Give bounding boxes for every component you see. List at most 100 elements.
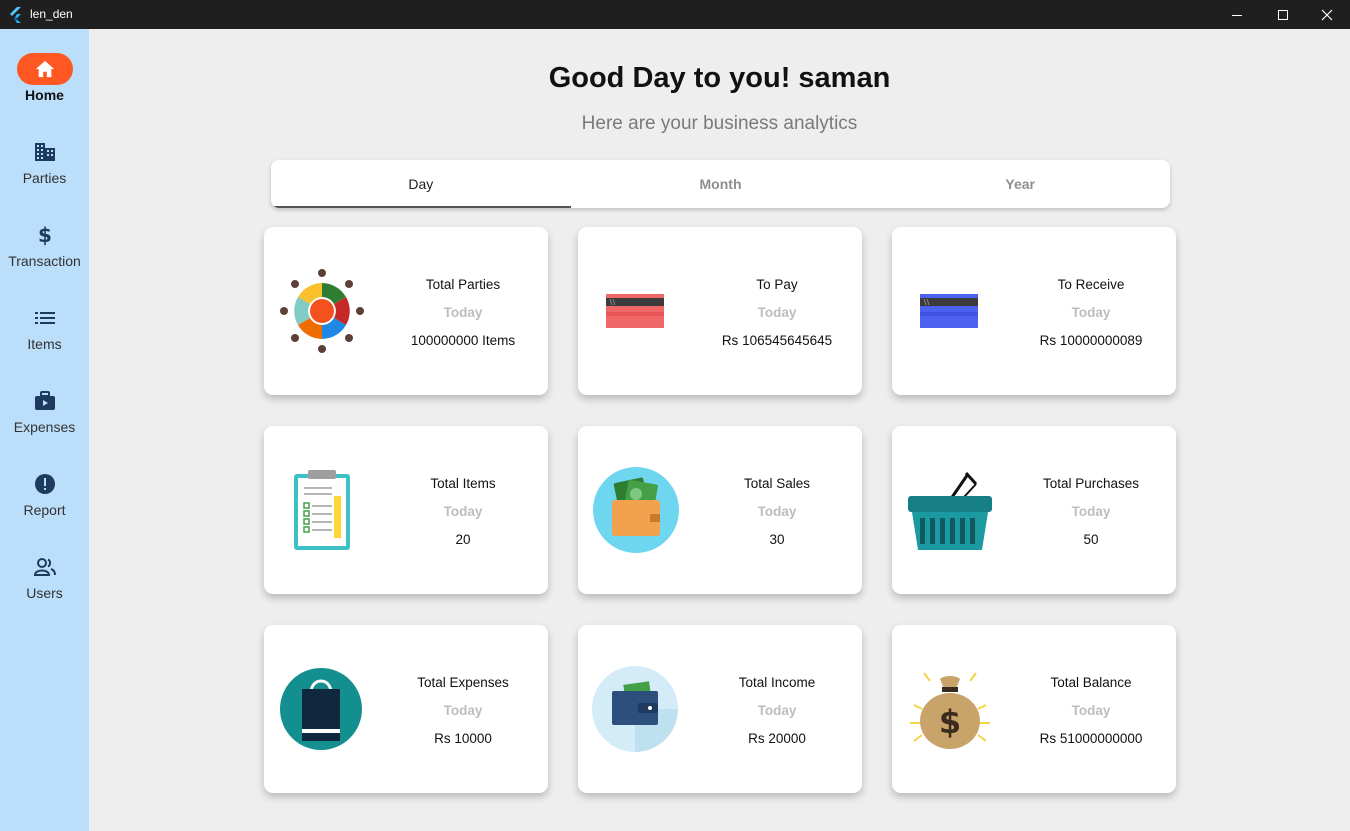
card-period: Today	[1071, 504, 1111, 519]
card-text: To Receive Today Rs 10000000089	[1024, 275, 1158, 351]
card-value: 50	[1083, 532, 1099, 547]
card-title: To Pay	[756, 277, 798, 292]
sidebar-item-items[interactable]: Items	[0, 302, 89, 372]
card-total-income[interactable]: Total Income Today Rs 20000	[578, 625, 862, 793]
tab-month[interactable]: Month	[571, 160, 871, 208]
wallet-cash-icon	[593, 467, 679, 553]
card-value: Rs 20000	[748, 731, 806, 746]
nav-pill	[17, 302, 73, 334]
svg-text:$: $	[38, 224, 52, 246]
sidebar-item-home[interactable]: Home	[0, 53, 89, 123]
close-button[interactable]	[1304, 0, 1350, 29]
card-text: To Pay Today Rs 106545645645	[710, 275, 844, 351]
tab-year[interactable]: Year	[870, 160, 1170, 208]
card-period: Today	[443, 305, 483, 320]
card-title: Total Purchases	[1042, 476, 1140, 491]
building-icon	[34, 143, 55, 161]
card-value: 30	[769, 532, 785, 547]
sidebar-item-label: Parties	[22, 170, 67, 186]
window-title: len_den	[30, 7, 73, 21]
card-period: Today	[443, 504, 483, 519]
card-period: Today	[1071, 703, 1111, 718]
minimize-button[interactable]	[1214, 0, 1260, 29]
card-period: Today	[757, 305, 797, 320]
red-card-icon	[606, 294, 664, 328]
sidebar: Home Parties $ Transaction Items Expense…	[0, 29, 89, 831]
maximize-icon	[1278, 9, 1288, 20]
card-title: Total Income	[738, 675, 816, 690]
nav-pill	[17, 551, 73, 583]
card-period: Today	[1071, 305, 1111, 320]
sidebar-item-report[interactable]: Report	[0, 468, 89, 538]
basket-icon	[908, 471, 992, 550]
sidebar-item-parties[interactable]: Parties	[0, 136, 89, 206]
card-title: Total Balance	[1050, 675, 1132, 690]
sidebar-item-label: Transaction	[8, 253, 81, 269]
people-circle-icon	[280, 269, 364, 353]
close-icon	[1321, 9, 1333, 20]
sidebar-item-label: Expenses	[13, 419, 76, 435]
card-text: Total Purchases Today 50	[1024, 474, 1158, 550]
period-tab-bar: Day Month Year	[271, 160, 1170, 208]
card-value: Rs 10000	[434, 731, 492, 746]
card-total-expenses[interactable]: Total Expenses Today Rs 10000	[264, 625, 548, 793]
dollar-icon: $	[38, 224, 52, 246]
list-icon	[34, 312, 55, 324]
blue-card-icon	[920, 294, 978, 328]
shopping-bag-icon	[280, 668, 362, 750]
card-title: Total Expenses	[417, 675, 509, 690]
card-text: Total Sales Today 30	[710, 474, 844, 550]
alert-icon	[34, 474, 55, 494]
page-subtitle: Here are your business analytics	[581, 113, 858, 134]
nav-pill	[16, 53, 73, 85]
sidebar-item-transaction[interactable]: $ Transaction	[0, 219, 89, 289]
sidebar-item-label: Home	[25, 87, 64, 103]
card-value: Rs 51000000000	[1039, 731, 1143, 746]
card-total-sales[interactable]: Total Sales Today 30	[578, 426, 862, 594]
card-to-receive[interactable]: To Receive Today Rs 10000000089	[892, 227, 1176, 395]
page-title: Good Day to you! saman	[548, 62, 891, 94]
nav-pill: $	[17, 219, 73, 251]
card-total-parties[interactable]: Total Parties Today 100000000 Items	[264, 227, 548, 395]
card-value: Rs 10000000089	[1039, 333, 1143, 348]
briefcase-icon	[34, 391, 55, 410]
card-title: Total Sales	[743, 476, 811, 491]
card-value: 20	[455, 532, 471, 547]
sidebar-item-expenses[interactable]: Expenses	[0, 385, 89, 455]
home-icon	[35, 60, 54, 78]
card-period: Today	[443, 703, 483, 718]
flutter-logo-icon	[10, 7, 21, 23]
sidebar-item-label: Users	[26, 585, 63, 601]
card-text: Total Balance Today Rs 51000000000	[1024, 673, 1158, 749]
card-text: Total Expenses Today Rs 10000	[396, 673, 530, 749]
card-title: Total Items	[430, 476, 496, 491]
users-icon	[33, 558, 56, 576]
card-title: Total Parties	[425, 277, 501, 292]
card-value: 100000000 Items	[410, 333, 516, 348]
svg-text:$: $	[939, 703, 961, 741]
money-bag-icon: $	[910, 672, 990, 749]
sidebar-item-label: Report	[23, 502, 66, 518]
card-text: Total Items Today 20	[396, 474, 530, 550]
clipboard-icon	[294, 470, 350, 550]
nav-pill	[17, 385, 73, 417]
sidebar-item-users[interactable]: Users	[0, 551, 89, 621]
maximize-button[interactable]	[1260, 0, 1306, 29]
card-value: Rs 106545645645	[721, 333, 833, 348]
card-period: Today	[757, 703, 797, 718]
tab-day[interactable]: Day	[271, 160, 571, 208]
card-title: To Receive	[1057, 277, 1125, 292]
minimize-icon	[1232, 14, 1242, 16]
card-text: Total Parties Today 100000000 Items	[396, 275, 530, 351]
card-total-purchases[interactable]: Total Purchases Today 50	[892, 426, 1176, 594]
nav-pill	[17, 468, 73, 500]
card-period: Today	[757, 504, 797, 519]
title-bar: len_den	[0, 0, 1350, 29]
nav-pill	[17, 136, 73, 168]
sidebar-item-label: Items	[27, 336, 62, 352]
wallet-icon	[592, 666, 678, 752]
card-to-pay[interactable]: To Pay Today Rs 106545645645	[578, 227, 862, 395]
card-total-items[interactable]: Total Items Today 20	[264, 426, 548, 594]
card-text: Total Income Today Rs 20000	[710, 673, 844, 749]
card-total-balance[interactable]: $ Total Balance Today Rs 51000000000	[892, 625, 1176, 793]
